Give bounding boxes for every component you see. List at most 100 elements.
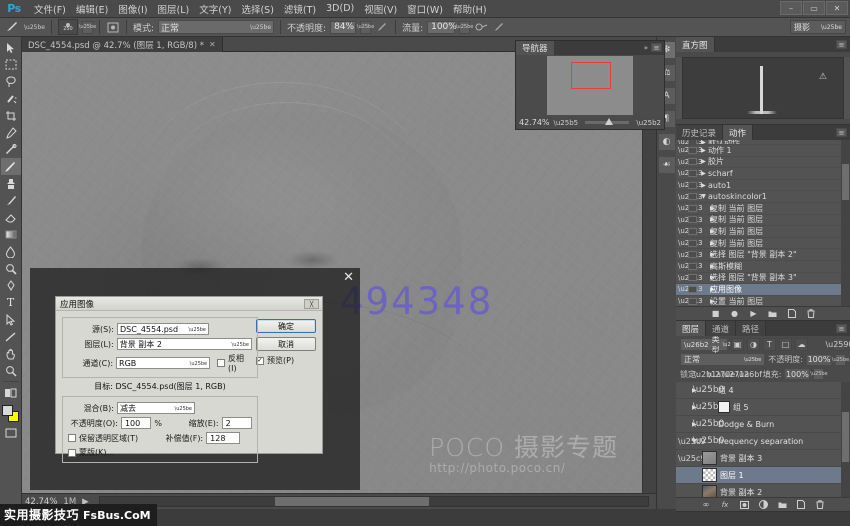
action-toggle-check[interactable]: \u2713 — [678, 193, 688, 201]
menu-view[interactable]: 视图(V) — [359, 0, 402, 18]
stop-button[interactable]: ■ — [711, 309, 721, 319]
foreground-background-color[interactable] — [1, 404, 21, 424]
new-action-button[interactable] — [787, 309, 797, 319]
filter-shape-icon[interactable]: □ — [779, 338, 792, 351]
dialog-close-button[interactable]: ╳ — [304, 299, 319, 309]
record-button[interactable]: ● — [730, 309, 740, 319]
list-item[interactable]: \u2713 ▶ 复制 当前 图层 — [676, 226, 850, 238]
channel-dropdown[interactable]: RGB \u25be — [116, 357, 210, 369]
action-dialog-toggle[interactable] — [688, 205, 697, 212]
layer-style-button[interactable]: fx — [720, 500, 730, 510]
table-row[interactable]: \u25c9 背景 副本 3 — [676, 450, 850, 467]
chevron-right-icon[interactable]: ▶ — [699, 147, 708, 154]
collapse-icon[interactable]: » — [644, 44, 648, 52]
chevron-right-icon[interactable]: ▶ — [699, 274, 710, 281]
navigator-panel[interactable]: 导航器 » ≡ 42.74% \u25b5 \u25b2 — [515, 40, 665, 130]
pen-tool[interactable] — [1, 277, 21, 294]
menu-filter[interactable]: 滤镜(T) — [279, 0, 321, 18]
layer-visibility-toggle[interactable]: \u25c9 — [678, 437, 689, 446]
minimize-button[interactable]: – — [780, 1, 802, 15]
opacity-stepper[interactable]: \u25be — [360, 21, 371, 34]
navigator-preview[interactable] — [516, 55, 664, 116]
panel-menu-icon[interactable]: ≡ — [651, 43, 662, 52]
source-dropdown[interactable]: DSC_4554.psd \u25be — [117, 323, 209, 335]
table-row[interactable]: ▶ \u25b0 Dodge & Burn — [676, 416, 850, 433]
shape-tool[interactable] — [1, 328, 21, 345]
list-item[interactable]: \u2713 ▶ 动作 1 — [676, 145, 850, 157]
opacity-input[interactable]: 84% — [330, 21, 356, 34]
zoom-in-icon[interactable]: \u25b2 — [636, 119, 661, 127]
action-toggle-check[interactable]: \u2713 — [678, 181, 688, 189]
filter-pixel-icon[interactable]: ▣ — [731, 338, 744, 351]
layer-blend-mode-dropdown[interactable]: 正常 \u25be — [680, 353, 765, 366]
preserve-transparency-row[interactable]: 保留透明区域(T) — [68, 433, 138, 444]
brush-tool[interactable] — [1, 158, 21, 175]
panel-menu-icon[interactable]: ≡ — [836, 40, 847, 49]
action-toggle-check[interactable]: \u2713 — [678, 251, 688, 259]
chevron-right-icon[interactable]: ▶ — [699, 240, 710, 247]
action-dialog-toggle[interactable] — [688, 158, 697, 165]
action-dialog-toggle[interactable] — [688, 216, 697, 223]
action-dialog-toggle[interactable] — [688, 228, 697, 235]
crop-tool[interactable] — [1, 107, 21, 124]
layers-scrollbar[interactable] — [841, 382, 850, 497]
tab-layers[interactable]: 图层 — [676, 321, 706, 336]
type-tool[interactable]: T — [1, 294, 21, 311]
blur-tool[interactable] — [1, 243, 21, 260]
chevron-down-icon[interactable]: ▼ — [699, 193, 708, 200]
scale-input[interactable]: 2 — [222, 417, 252, 429]
layer-opacity-value[interactable]: 100% — [806, 354, 832, 366]
preview-checkbox-row[interactable]: 预览(P) — [256, 355, 316, 366]
adjustment-layer-button[interactable] — [758, 500, 768, 510]
panel-menu-icon[interactable]: ≡ — [836, 324, 847, 333]
menu-3d[interactable]: 3D(D) — [321, 1, 359, 16]
action-toggle-check[interactable]: \u2713 — [678, 216, 688, 224]
close-icon[interactable]: ✕ — [209, 40, 216, 49]
workspace-switcher[interactable]: 摄影 \u25be — [790, 20, 846, 34]
histogram-warning-icon[interactable]: ⚠ — [819, 72, 827, 82]
tab-channels[interactable]: 通道 — [706, 321, 736, 336]
brush-tool-icon[interactable] — [4, 20, 20, 34]
filter-adjustment-icon[interactable]: ◑ — [747, 338, 760, 351]
panel-menu-icon[interactable]: ≡ — [836, 128, 847, 137]
dodge-tool[interactable] — [1, 260, 21, 277]
delete-layer-button[interactable] — [815, 500, 825, 510]
action-toggle-check[interactable]: \u2713 — [678, 239, 688, 247]
dialog-overlay-close-icon[interactable]: ✕ — [343, 272, 354, 284]
layer-dropdown[interactable]: 背景 副本 2 \u25be — [117, 338, 252, 350]
chevron-right-icon[interactable]: ▶ — [699, 228, 710, 235]
menu-type[interactable]: 文字(Y) — [194, 0, 236, 18]
action-toggle-check[interactable]: \u2713 — [678, 169, 688, 177]
navigator-thumbnail[interactable] — [547, 56, 633, 115]
menu-window[interactable]: 窗口(W) — [402, 0, 448, 18]
scrollbar-thumb[interactable] — [275, 497, 429, 506]
tab-histogram[interactable]: 直方图 — [676, 37, 715, 52]
action-dialog-toggle[interactable] — [688, 263, 697, 270]
marquee-tool[interactable] — [1, 56, 21, 73]
navigator-view-box[interactable] — [571, 62, 611, 89]
chevron-right-icon[interactable]: ▶ — [699, 263, 710, 270]
pressure-size-icon[interactable] — [492, 20, 506, 34]
list-item[interactable]: \u2713 ▶ 选择 图层 "背景 副本 3" — [676, 273, 850, 285]
brush-size-stepper[interactable]: \u25be — [82, 21, 93, 34]
action-toggle-check[interactable]: \u2713 — [678, 262, 688, 270]
action-toggle-check[interactable]: \u2713 — [678, 297, 688, 305]
invert-checkbox-row[interactable]: 反相(I) — [217, 353, 252, 373]
zoom-out-icon[interactable]: \u25b5 — [554, 119, 579, 127]
airbrush-toggle-icon[interactable] — [106, 20, 120, 34]
action-dialog-toggle[interactable] — [688, 182, 697, 189]
document-tab[interactable]: DSC_4554.psd @ 42.7% (图层 1, RGB/8) * ✕ — [22, 37, 223, 52]
workspace-value[interactable]: 摄影 \u25be — [790, 20, 846, 34]
hand-tool[interactable] — [1, 345, 21, 362]
action-toggle-check[interactable]: \u2713 — [678, 158, 688, 166]
new-layer-button[interactable] — [796, 500, 806, 510]
action-toggle-check[interactable]: \u2713 — [678, 146, 688, 154]
move-tool[interactable] — [1, 39, 21, 56]
menu-layer[interactable]: 图层(L) — [153, 0, 195, 18]
table-row-selected[interactable]: 图层 1 — [676, 467, 850, 484]
clone-stamp-tool[interactable] — [1, 175, 21, 192]
navigator-zoom-value[interactable]: 42.74% — [519, 118, 550, 127]
brush-size-preview[interactable]: 250 — [58, 19, 78, 35]
ok-button[interactable]: 确定 — [256, 319, 316, 333]
tab-navigator[interactable]: 导航器 — [516, 41, 554, 55]
